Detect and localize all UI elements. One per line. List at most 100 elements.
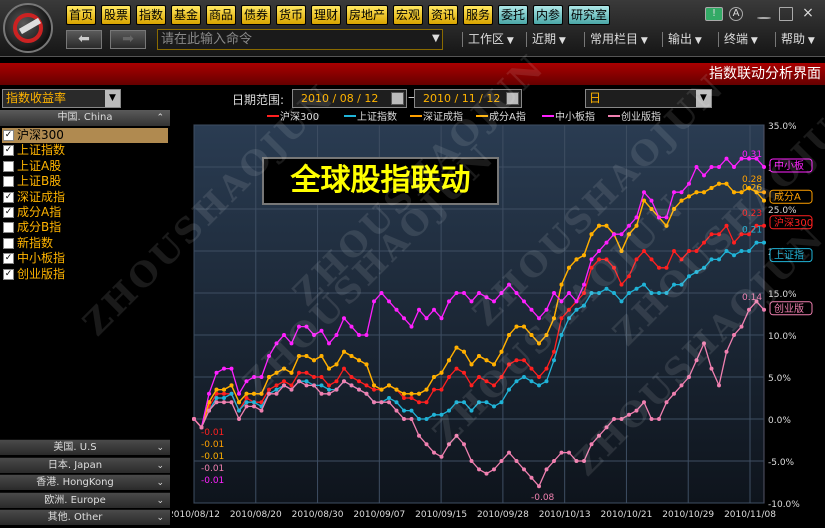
chevron-down-icon: ▼: [504, 36, 514, 46]
collapse-icon[interactable]: ⌃: [156, 110, 164, 126]
index-item[interactable]: 上证A股: [2, 159, 168, 174]
nav-button-6[interactable]: 货币: [276, 5, 306, 25]
menu-item-5[interactable]: 帮助 ▼: [781, 30, 815, 49]
region-header[interactable]: 美国. U.S ⌄: [0, 439, 170, 455]
index-item[interactable]: 成分B指: [2, 220, 168, 235]
checkbox[interactable]: ✓: [3, 145, 14, 157]
end-date-field[interactable]: 2010 / 11 / 12: [414, 89, 522, 108]
nav-button-13[interactable]: 内参: [533, 5, 563, 25]
data-point: [229, 400, 234, 405]
checkbox[interactable]: ✓: [3, 207, 14, 218]
legend-label[interactable]: 成分A指: [489, 110, 526, 123]
checkbox[interactable]: [3, 176, 14, 188]
data-point: [649, 198, 654, 203]
data-point: [424, 316, 429, 321]
menu-item-4[interactable]: 终端 ▼: [724, 30, 758, 49]
nav-button-8[interactable]: 房地产: [346, 5, 388, 25]
nav-button-12[interactable]: 委托: [498, 5, 528, 25]
command-input[interactable]: 请在此输入命令: [157, 29, 443, 50]
checkbox[interactable]: ✓: [3, 253, 14, 265]
checkbox[interactable]: ✓: [3, 268, 14, 280]
legend-label[interactable]: 上证指数: [357, 110, 397, 123]
legend-label[interactable]: 沪深300: [280, 110, 319, 123]
app-logo[interactable]: [3, 3, 53, 53]
expand-icon[interactable]: ⌄: [156, 458, 164, 474]
data-point: [634, 286, 639, 291]
index-item[interactable]: ✓ 上证指数: [2, 143, 168, 158]
index-item[interactable]: ✓ 深证成指: [2, 190, 168, 205]
index-item[interactable]: 新指数: [2, 236, 168, 251]
command-dropdown-icon[interactable]: ▼: [432, 33, 440, 44]
nav-button-10[interactable]: 资讯: [428, 5, 458, 25]
legend-label[interactable]: 创业版指: [621, 110, 661, 123]
index-item[interactable]: ✓ 沪深300: [2, 128, 168, 143]
expand-icon[interactable]: ⌄: [156, 440, 164, 456]
calendar-icon[interactable]: [391, 92, 404, 105]
nav-button-5[interactable]: 债券: [241, 5, 271, 25]
menu-item-2[interactable]: 常用栏目 ▼: [590, 30, 648, 49]
data-point: [649, 207, 654, 211]
nav-button-11[interactable]: 服务: [463, 5, 493, 25]
maximize-icon[interactable]: [779, 7, 793, 21]
data-point: [664, 223, 669, 228]
calendar-icon[interactable]: [506, 92, 519, 105]
menu-item-1[interactable]: 近期 ▼: [532, 30, 566, 49]
expand-icon[interactable]: ⌄: [156, 493, 164, 509]
nav-button-4[interactable]: 商品: [206, 5, 236, 25]
data-point: [409, 324, 414, 329]
menu-item-3[interactable]: 输出 ▼: [668, 30, 702, 49]
period-select[interactable]: 日 ▼: [585, 89, 712, 108]
region-header[interactable]: 香港. HongKong ⌄: [0, 474, 170, 490]
nav-button-0[interactable]: 首页: [66, 5, 96, 25]
nav-button-2[interactable]: 指数: [136, 5, 166, 25]
menu-item-0[interactable]: 工作区 ▼: [468, 30, 514, 49]
nav-button-3[interactable]: 基金: [171, 5, 201, 25]
data-point: [627, 291, 631, 295]
chevron-down-icon: ▼: [556, 36, 566, 46]
data-point: [537, 341, 541, 346]
checkbox[interactable]: [3, 237, 14, 249]
x-tick-label: 2010/09/15: [415, 510, 467, 520]
minimize-icon[interactable]: [757, 17, 771, 19]
index-item[interactable]: ✓ 成分A指: [2, 205, 168, 220]
index-item[interactable]: ✓ 创业版指: [2, 267, 168, 282]
data-point: [522, 375, 526, 379]
checkbox[interactable]: [3, 222, 14, 234]
index-item[interactable]: ✓ 中小板指: [2, 251, 168, 266]
data-point: [567, 291, 571, 295]
nav-button-1[interactable]: 股票: [101, 5, 131, 25]
nav-button-7[interactable]: 理财: [311, 5, 341, 25]
checkbox[interactable]: [3, 160, 14, 172]
menu-item-label: 帮助: [781, 32, 806, 46]
expand-icon[interactable]: ⌄: [156, 510, 164, 526]
start-date-field[interactable]: 2010 / 08 / 12: [292, 89, 407, 108]
lock-icon[interactable]: A: [729, 7, 743, 21]
chevron-down-icon[interactable]: ▼: [696, 90, 711, 107]
region-header[interactable]: 欧洲. Europe ⌄: [0, 491, 170, 509]
data-point: [709, 366, 714, 371]
nav-button-14[interactable]: 研究室: [568, 5, 610, 25]
legend-label[interactable]: 深证成指: [423, 110, 463, 123]
bell-icon[interactable]: !: [705, 7, 723, 21]
group-header-china[interactable]: 中国. China ⌃: [0, 110, 170, 126]
close-icon[interactable]: ×: [801, 6, 815, 21]
region-header[interactable]: 其他. Other ⌄: [0, 509, 170, 525]
legend-label[interactable]: 中小板指: [555, 110, 595, 123]
data-point: [252, 391, 256, 396]
data-point: [574, 307, 579, 312]
region-header[interactable]: 日本. Japan ⌄: [0, 456, 170, 474]
data-point: [342, 349, 346, 354]
chevron-down-icon[interactable]: ▼: [105, 90, 120, 107]
index-item-label: 上证指数: [17, 143, 66, 158]
index-item[interactable]: 上证B股: [2, 174, 168, 189]
checkbox[interactable]: ✓: [3, 130, 14, 141]
data-point: [529, 366, 534, 371]
page-title: 指数联动分析界面: [709, 66, 821, 82]
data-point: [709, 165, 714, 169]
checkbox[interactable]: ✓: [3, 191, 14, 203]
forward-button[interactable]: ➡: [110, 30, 146, 49]
expand-icon[interactable]: ⌄: [156, 475, 164, 491]
nav-button-9[interactable]: 宏观: [393, 5, 423, 25]
back-button[interactable]: ⬅: [66, 30, 102, 49]
indicator-select[interactable]: 指数收益率 ▼: [2, 89, 121, 108]
